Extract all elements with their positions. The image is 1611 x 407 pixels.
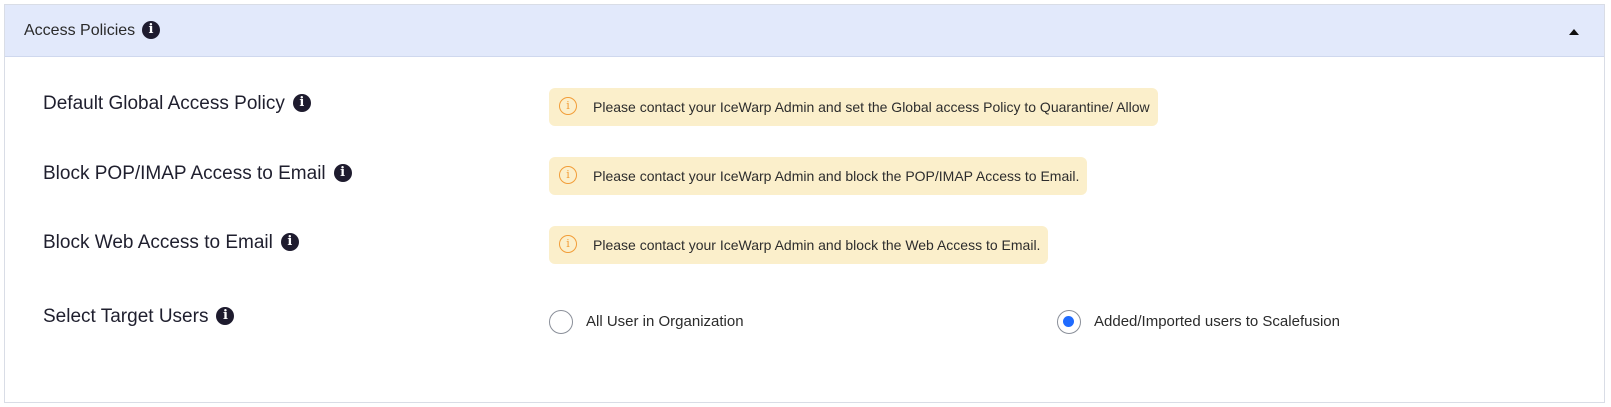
radio-button[interactable] <box>1057 310 1081 334</box>
warning-circle-icon: i <box>559 166 577 184</box>
info-icon[interactable]: i <box>216 306 235 325</box>
row-label-text: Select Target Users <box>43 306 209 327</box>
notice-text: Please contact your IceWarp Admin and bl… <box>593 237 1041 253</box>
select-target-users-label: Select Target Users i <box>43 306 235 328</box>
row-label-text: Default Global Access Policy <box>43 93 285 114</box>
web-access-notice: i Please contact your IceWarp Admin and … <box>549 226 1049 264</box>
row-label-text: Block POP/IMAP Access to Email <box>43 163 326 184</box>
collapse-caret-up-icon[interactable] <box>1566 23 1582 39</box>
notice-text: Please contact your IceWarp Admin and se… <box>593 99 1150 115</box>
info-icon[interactable]: i <box>292 93 311 112</box>
block-pop-imap-access-label: Block POP/IMAP Access to Email i <box>43 163 352 185</box>
default-global-access-policy-label: Default Global Access Policy i <box>43 93 311 115</box>
info-icon[interactable]: i <box>280 232 299 251</box>
radio-selected-dot <box>1063 316 1074 327</box>
warning-circle-icon: i <box>559 97 577 115</box>
warning-circle-icon: i <box>559 235 577 253</box>
pop-imap-access-notice: i Please contact your IceWarp Admin and … <box>549 157 1088 195</box>
global-access-policy-notice: i Please contact your IceWarp Admin and … <box>549 88 1158 126</box>
radio-button[interactable] <box>549 310 573 334</box>
block-web-access-label: Block Web Access to Email i <box>43 232 299 254</box>
panel-title: Access Policies <box>24 22 136 39</box>
radio-label: All User in Organization <box>586 313 744 330</box>
notice-text: Please contact your IceWarp Admin and bl… <box>593 168 1080 184</box>
panel-header[interactable]: Access Policies i <box>5 5 1604 57</box>
info-icon[interactable]: i <box>333 163 352 182</box>
access-policies-panel: Access Policies i Default Global Access … <box>4 4 1605 403</box>
radio-label: Added/Imported users to Scalefusion <box>1094 313 1340 330</box>
info-icon[interactable]: i <box>142 21 160 39</box>
row-label-text: Block Web Access to Email <box>43 232 273 253</box>
